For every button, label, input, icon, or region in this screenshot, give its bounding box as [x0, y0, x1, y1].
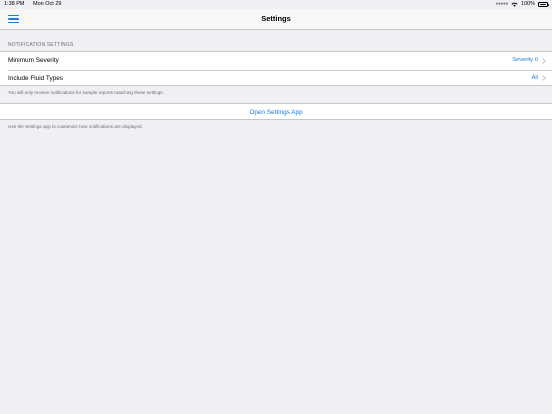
- page-title: Settings: [261, 14, 291, 23]
- status-bar: 1:38 PM Mon Oct 29 ●●●●● 100%: [0, 0, 552, 9]
- notification-settings-header: NOTIFICATION SETTINGS: [8, 42, 74, 48]
- minimum-severity-label: Minimum Severity: [8, 57, 59, 64]
- status-date: Mon Oct 29: [33, 1, 62, 7]
- include-fluid-types-row[interactable]: Include Fluid Types All: [0, 69, 552, 88]
- open-settings-app-button[interactable]: Open Settings App: [0, 104, 552, 121]
- battery-percent: 100%: [520, 1, 535, 7]
- notification-settings-footer: You will only receive notifications for …: [8, 90, 164, 95]
- signal-dots-icon: ●●●●●: [495, 1, 508, 7]
- navigation-bar: Settings: [0, 9, 552, 30]
- minimum-severity-value: Severity 0: [512, 57, 538, 63]
- wifi-icon: [511, 2, 518, 7]
- battery-icon: [538, 2, 549, 7]
- include-fluid-types-label: Include Fluid Types: [8, 74, 63, 82]
- status-left: 1:38 PM Mon Oct 29: [4, 0, 68, 9]
- chevron-right-icon: [540, 75, 546, 81]
- chevron-right-icon: [540, 57, 546, 64]
- status-right: ●●●●● 100%: [495, 0, 549, 9]
- notification-settings-group: Minimum Severity Severity 0 Include Flui…: [0, 51, 552, 86]
- open-settings-footer: Use the Settings app to customize how no…: [8, 124, 143, 129]
- minimum-severity-row[interactable]: Minimum Severity Severity 0: [0, 52, 552, 70]
- open-settings-group: Open Settings App: [0, 103, 552, 120]
- status-time: 1:38 PM: [4, 1, 25, 7]
- include-fluid-types-value: All: [531, 74, 538, 81]
